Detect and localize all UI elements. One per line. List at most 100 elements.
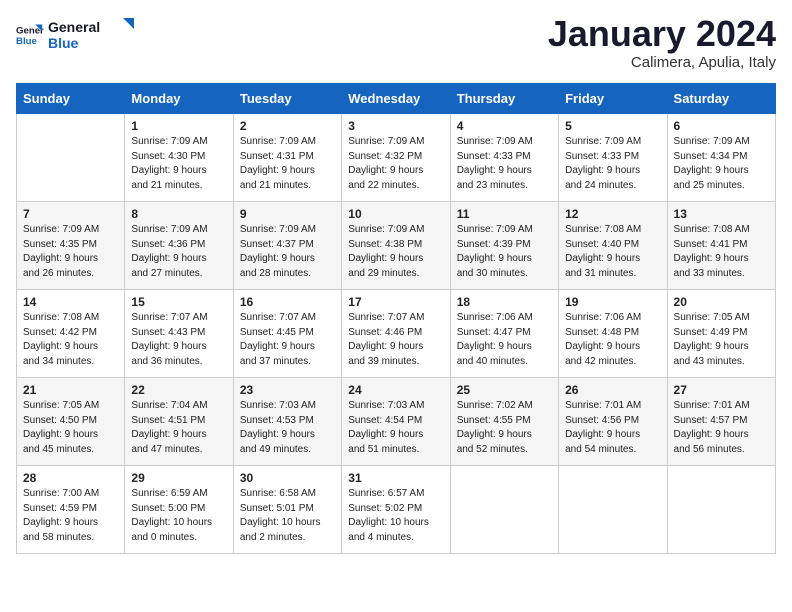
calendar-cell: 7 Sunrise: 7:09 AMSunset: 4:35 PMDaylight… xyxy=(17,202,125,290)
day-info: Sunrise: 6:58 AMSunset: 5:01 PMDaylight:… xyxy=(240,487,335,545)
day-number: 7 xyxy=(23,207,118,221)
svg-text:Blue: Blue xyxy=(16,36,37,47)
day-number: 4 xyxy=(457,119,552,133)
calendar-cell: 21 Sunrise: 7:05 AMSunset: 4:50 PMDayligh… xyxy=(17,378,125,466)
calendar-cell: 8Sunrise: 7:09 AMSunset: 4:36 PMDaylight… xyxy=(125,202,233,290)
day-info: Sunrise: 7:09 AMSunset: 4:38 PMDaylight:… xyxy=(348,223,443,281)
day-info: Sunrise: 7:02 AMSunset: 4:55 PMDaylight:… xyxy=(457,399,552,457)
day-header-tuesday: Tuesday xyxy=(233,84,341,114)
title-section: January 2024 Calimera, Apulia, Italy xyxy=(548,16,776,71)
calendar-week-3: 14Sunrise: 7:08 AMSunset: 4:42 PMDayligh… xyxy=(17,290,776,378)
calendar-cell: 10 Sunrise: 7:09 AMSunset: 4:38 PMDayligh… xyxy=(342,202,450,290)
day-header-thursday: Thursday xyxy=(450,84,558,114)
day-info: Sunrise: 7:09 AMSunset: 4:37 PMDaylight:… xyxy=(240,223,335,281)
calendar-cell: 17 Sunrise: 7:07 AMSunset: 4:46 PMDayligh… xyxy=(342,290,450,378)
day-info: Sunrise: 7:09 AMSunset: 4:35 PMDaylight:… xyxy=(23,223,118,281)
day-info: Sunrise: 7:09 AMSunset: 4:30 PMDaylight:… xyxy=(131,135,226,193)
calendar-body: 1 Sunrise: 7:09 AMSunset: 4:30 PMDaylight… xyxy=(17,114,776,554)
day-number: 23 xyxy=(240,383,335,397)
calendar-cell: 23 Sunrise: 7:03 AMSunset: 4:53 PMDayligh… xyxy=(233,378,341,466)
day-number: 16 xyxy=(240,295,335,309)
day-number: 8 xyxy=(131,207,226,221)
day-number: 9 xyxy=(240,207,335,221)
day-info: Sunrise: 7:09 AMSunset: 4:39 PMDaylight:… xyxy=(457,223,552,281)
day-info: Sunrise: 7:01 AMSunset: 4:57 PMDaylight:… xyxy=(674,399,769,457)
location-subtitle: Calimera, Apulia, Italy xyxy=(548,54,776,71)
day-info: Sunrise: 7:08 AMSunset: 4:40 PMDaylight:… xyxy=(565,223,660,281)
calendar-cell: 5 Sunrise: 7:09 AMSunset: 4:33 PMDaylight… xyxy=(559,114,667,202)
day-number: 14 xyxy=(23,295,118,309)
day-info: Sunrise: 7:09 AMSunset: 4:33 PMDaylight:… xyxy=(565,135,660,193)
calendar-week-1: 1 Sunrise: 7:09 AMSunset: 4:30 PMDaylight… xyxy=(17,114,776,202)
day-number: 27 xyxy=(674,383,769,397)
logo: General Blue General Blue General Blue xyxy=(16,16,138,54)
day-number: 26 xyxy=(565,383,660,397)
day-number: 3 xyxy=(348,119,443,133)
day-info: Sunrise: 7:07 AMSunset: 4:45 PMDaylight:… xyxy=(240,311,335,369)
day-number: 13 xyxy=(674,207,769,221)
day-header-sunday: Sunday xyxy=(17,84,125,114)
calendar-cell: 4Sunrise: 7:09 AMSunset: 4:33 PMDaylight… xyxy=(450,114,558,202)
day-number: 28 xyxy=(23,471,118,485)
day-info: Sunrise: 7:09 AMSunset: 4:34 PMDaylight:… xyxy=(674,135,769,193)
calendar-cell: 30 Sunrise: 6:58 AMSunset: 5:01 PMDayligh… xyxy=(233,466,341,554)
day-info: Sunrise: 6:57 AMSunset: 5:02 PMDaylight:… xyxy=(348,487,443,545)
logo-icon: General Blue xyxy=(16,21,44,49)
calendar-cell: 25Sunrise: 7:02 AMSunset: 4:55 PMDayligh… xyxy=(450,378,558,466)
calendar-cell xyxy=(450,466,558,554)
calendar-cell: 6 Sunrise: 7:09 AMSunset: 4:34 PMDaylight… xyxy=(667,114,775,202)
calendar-cell: 2 Sunrise: 7:09 AMSunset: 4:31 PMDaylight… xyxy=(233,114,341,202)
calendar-cell: 11 Sunrise: 7:09 AMSunset: 4:39 PMDayligh… xyxy=(450,202,558,290)
day-info: Sunrise: 7:09 AMSunset: 4:32 PMDaylight:… xyxy=(348,135,443,193)
day-number: 17 xyxy=(348,295,443,309)
calendar-cell: 27 Sunrise: 7:01 AMSunset: 4:57 PMDayligh… xyxy=(667,378,775,466)
day-number: 12 xyxy=(565,207,660,221)
calendar-cell: 18Sunrise: 7:06 AMSunset: 4:47 PMDayligh… xyxy=(450,290,558,378)
day-number: 2 xyxy=(240,119,335,133)
day-info: Sunrise: 7:05 AMSunset: 4:50 PMDaylight:… xyxy=(23,399,118,457)
day-number: 1 xyxy=(131,119,226,133)
month-title: January 2024 xyxy=(548,16,776,52)
day-number: 11 xyxy=(457,207,552,221)
calendar-cell: 19 Sunrise: 7:06 AMSunset: 4:48 PMDayligh… xyxy=(559,290,667,378)
day-header-monday: Monday xyxy=(125,84,233,114)
day-number: 5 xyxy=(565,119,660,133)
day-info: Sunrise: 7:03 AMSunset: 4:54 PMDaylight:… xyxy=(348,399,443,457)
calendar-cell xyxy=(559,466,667,554)
calendar-week-5: 28Sunrise: 7:00 AMSunset: 4:59 PMDayligh… xyxy=(17,466,776,554)
page-header: General Blue General Blue General Blue J… xyxy=(16,16,776,71)
day-info: Sunrise: 7:06 AMSunset: 4:48 PMDaylight:… xyxy=(565,311,660,369)
svg-text:General: General xyxy=(48,19,100,35)
day-info: Sunrise: 7:06 AMSunset: 4:47 PMDaylight:… xyxy=(457,311,552,369)
day-number: 6 xyxy=(674,119,769,133)
day-number: 19 xyxy=(565,295,660,309)
svg-text:Blue: Blue xyxy=(48,35,79,51)
day-info: Sunrise: 7:04 AMSunset: 4:51 PMDaylight:… xyxy=(131,399,226,457)
calendar-header: SundayMondayTuesdayWednesdayThursdayFrid… xyxy=(17,84,776,114)
day-number: 21 xyxy=(23,383,118,397)
calendar-cell: 14Sunrise: 7:08 AMSunset: 4:42 PMDayligh… xyxy=(17,290,125,378)
calendar-cell: 28Sunrise: 7:00 AMSunset: 4:59 PMDayligh… xyxy=(17,466,125,554)
day-number: 24 xyxy=(348,383,443,397)
day-number: 20 xyxy=(674,295,769,309)
day-info: Sunrise: 6:59 AMSunset: 5:00 PMDaylight:… xyxy=(131,487,226,545)
day-info: Sunrise: 7:08 AMSunset: 4:41 PMDaylight:… xyxy=(674,223,769,281)
logo-graphic: General Blue xyxy=(48,16,138,54)
day-info: Sunrise: 7:09 AMSunset: 4:31 PMDaylight:… xyxy=(240,135,335,193)
day-number: 10 xyxy=(348,207,443,221)
day-number: 22 xyxy=(131,383,226,397)
day-number: 30 xyxy=(240,471,335,485)
calendar-cell: 15Sunrise: 7:07 AMSunset: 4:43 PMDayligh… xyxy=(125,290,233,378)
calendar-cell: 26Sunrise: 7:01 AMSunset: 4:56 PMDayligh… xyxy=(559,378,667,466)
day-header-row: SundayMondayTuesdayWednesdayThursdayFrid… xyxy=(17,84,776,114)
day-info: Sunrise: 7:07 AMSunset: 4:46 PMDaylight:… xyxy=(348,311,443,369)
calendar-cell: 24 Sunrise: 7:03 AMSunset: 4:54 PMDayligh… xyxy=(342,378,450,466)
day-info: Sunrise: 7:03 AMSunset: 4:53 PMDaylight:… xyxy=(240,399,335,457)
calendar-cell: 12 Sunrise: 7:08 AMSunset: 4:40 PMDayligh… xyxy=(559,202,667,290)
day-header-saturday: Saturday xyxy=(667,84,775,114)
day-info: Sunrise: 7:07 AMSunset: 4:43 PMDaylight:… xyxy=(131,311,226,369)
calendar-week-2: 7 Sunrise: 7:09 AMSunset: 4:35 PMDaylight… xyxy=(17,202,776,290)
calendar-table: SundayMondayTuesdayWednesdayThursdayFrid… xyxy=(16,83,776,554)
calendar-cell: 29Sunrise: 6:59 AMSunset: 5:00 PMDayligh… xyxy=(125,466,233,554)
calendar-cell: 20Sunrise: 7:05 AMSunset: 4:49 PMDayligh… xyxy=(667,290,775,378)
